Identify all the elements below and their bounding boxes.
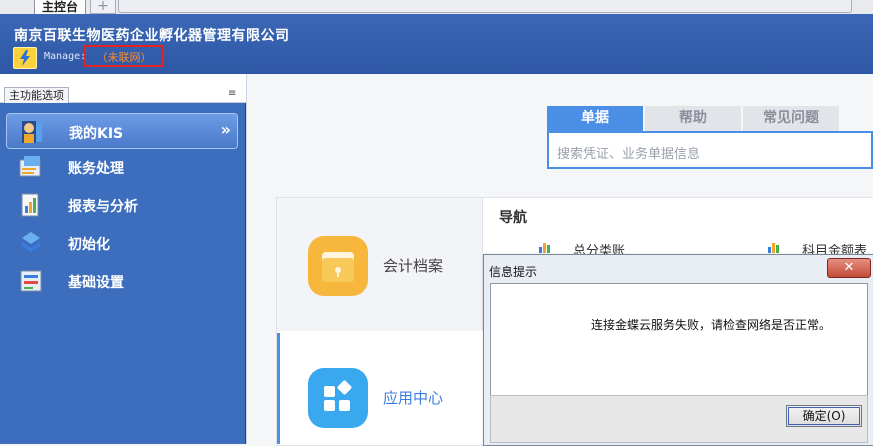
ledger-icon — [18, 154, 44, 180]
network-status: （未联网） — [84, 45, 164, 67]
panel-menu-icon[interactable]: ≡ — [228, 88, 236, 99]
search-tabs: 单据 帮助 常见问题 — [547, 106, 873, 131]
close-icon: ✕ — [843, 260, 855, 275]
app-header: 南京百联生物医药企业孵化器管理有限公司 Manage: （未联网） — [0, 14, 873, 74]
user-icon — [19, 119, 45, 145]
card-label-app-center: 应用中心 — [383, 389, 444, 407]
top-bar-field — [118, 0, 852, 13]
sidebar-item-label: 初始化 — [68, 237, 110, 253]
dialog-body: 连接金蝶云服务失败，请检查网络是否正常。 — [490, 283, 868, 396]
sidebar-item-basic-settings[interactable]: 基础设置 — [6, 263, 238, 299]
dialog-message: 连接金蝶云服务失败，请检查网络是否正常。 — [591, 318, 832, 332]
dialog-title: 信息提示 — [489, 265, 538, 279]
bar-chart-icon — [767, 240, 781, 254]
add-tab-button[interactable]: + — [90, 0, 116, 14]
search-input[interactable]: 搜索凭证、业务单据信息 — [547, 131, 873, 169]
archive-folder-icon — [308, 236, 368, 296]
manage-label: Manage: — [44, 51, 87, 62]
sidebar-item-accounting[interactable]: 账务处理 — [6, 149, 238, 185]
info-dialog: 信息提示 ✕ 连接金蝶云服务失败，请检查网络是否正常。 确定(O) — [483, 254, 873, 446]
sidebar-item-reports[interactable]: 报表与分析 — [6, 187, 238, 223]
sidebar-item-label: 账务处理 — [68, 161, 124, 177]
init-icon — [18, 230, 44, 256]
tab-help[interactable]: 帮助 — [645, 106, 741, 131]
bar-chart-icon — [538, 240, 552, 254]
settings-icon — [18, 268, 44, 294]
sidebar: 我的KIS » 账务处理 报表与分析 初始化 基础设置 — [0, 103, 246, 444]
search-placeholder: 搜索凭证、业务单据信息 — [557, 147, 701, 162]
tab-strip: 主控台 + — [0, 0, 873, 15]
sidebar-item-label: 我的KIS — [69, 126, 124, 142]
report-icon — [18, 192, 44, 218]
tab-faq[interactable]: 常见问题 — [743, 106, 839, 131]
sidebar-item-label: 报表与分析 — [68, 199, 138, 215]
tab-documents[interactable]: 单据 — [547, 106, 643, 131]
lightning-logo-icon — [13, 47, 37, 69]
app-grid-icon — [308, 368, 368, 428]
close-button[interactable]: ✕ — [827, 258, 871, 278]
nav-title: 导航 — [499, 210, 527, 226]
company-name: 南京百联生物医药企业孵化器管理有限公司 — [14, 28, 290, 44]
ok-button[interactable]: 确定(O) — [786, 405, 862, 427]
dialog-footer: 确定(O) — [490, 395, 868, 443]
left-panel-header: 主功能选项 ≡ — [0, 74, 246, 103]
sidebar-item-initialization[interactable]: 初始化 — [6, 225, 238, 261]
sidebar-item-label: 基础设置 — [68, 275, 124, 291]
card-label-archive: 会计档案 — [383, 257, 444, 275]
tab-main-functions[interactable]: 主功能选项 — [4, 87, 69, 103]
tab-main-console[interactable]: 主控台 — [34, 0, 86, 15]
sidebar-item-my-kis[interactable]: 我的KIS » — [6, 113, 238, 149]
chevron-double-right-icon: » — [220, 120, 231, 139]
